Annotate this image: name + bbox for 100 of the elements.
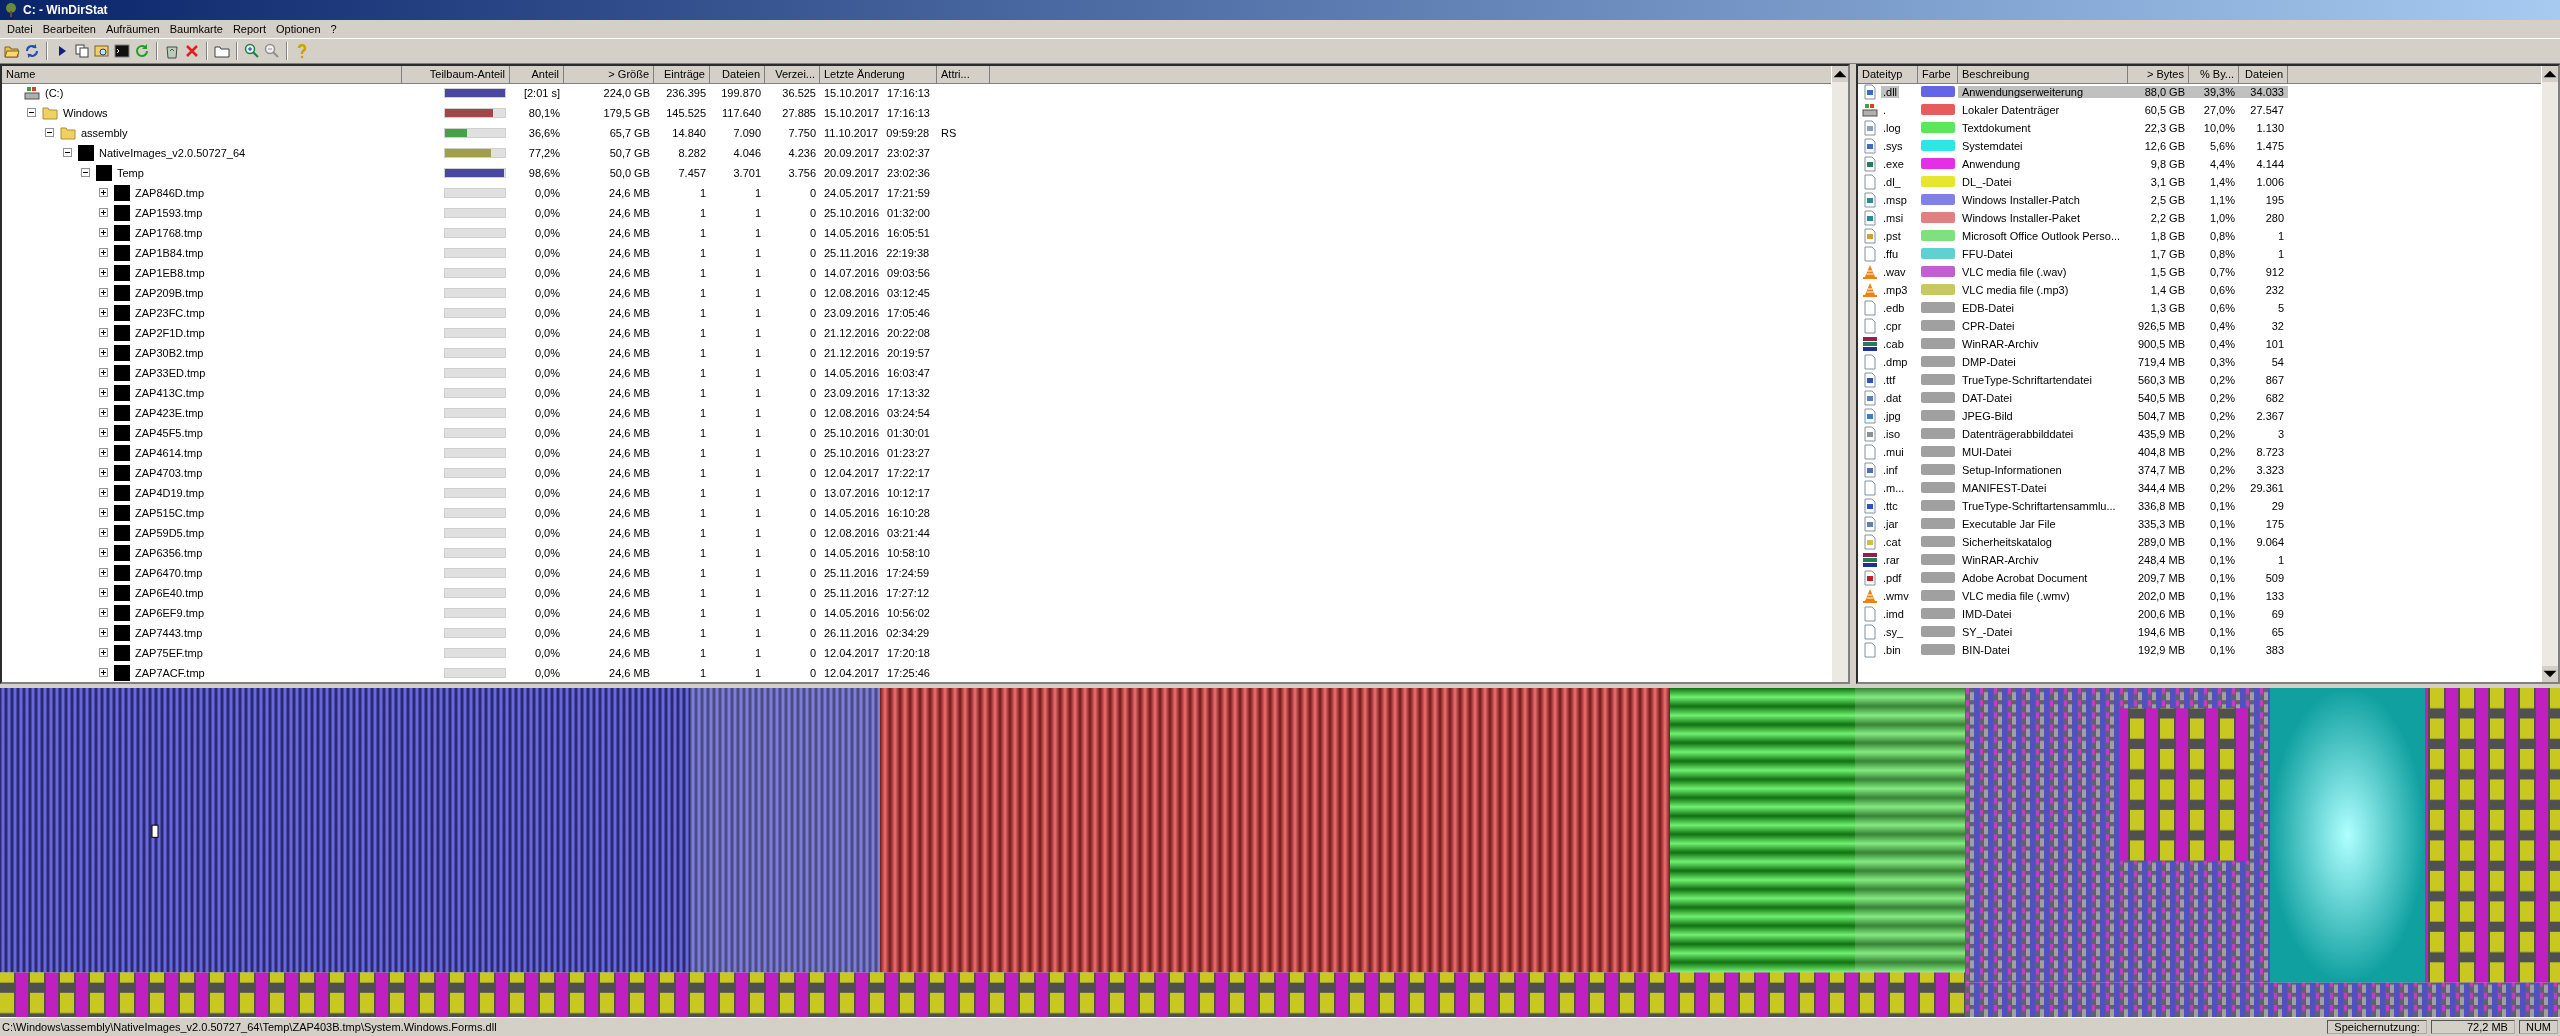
column-header[interactable]: % By... bbox=[2189, 65, 2239, 84]
file-extension[interactable]: .wav bbox=[1881, 265, 1908, 278]
column-header[interactable]: Farbe bbox=[1918, 65, 1958, 84]
item-name[interactable]: ZAP4D19.tmp bbox=[133, 486, 207, 499]
scrollbar[interactable] bbox=[2542, 65, 2558, 682]
menu-item[interactable]: Baumkarte bbox=[164, 22, 228, 35]
expand-icon[interactable] bbox=[99, 528, 108, 538]
expand-icon[interactable] bbox=[99, 248, 108, 258]
file-extension[interactable]: .msi bbox=[1881, 211, 1906, 224]
item-name[interactable]: ZAP23FC.tmp bbox=[133, 306, 207, 319]
column-header[interactable]: Attri... bbox=[937, 65, 990, 84]
expand-icon[interactable] bbox=[99, 208, 108, 218]
column-header[interactable]: Beschreibung bbox=[1958, 65, 2128, 84]
scroll-up-icon[interactable] bbox=[1832, 65, 1848, 82]
scrollbar[interactable] bbox=[1832, 65, 1848, 682]
item-name[interactable]: Windows bbox=[61, 106, 110, 119]
menu-item[interactable]: Datei bbox=[2, 22, 38, 35]
item-name[interactable]: ZAP6E40.tmp bbox=[133, 586, 206, 599]
file-extension[interactable]: .msp bbox=[1881, 193, 1909, 206]
scroll-up-icon[interactable] bbox=[2542, 65, 2558, 82]
file-extension[interactable]: .imd bbox=[1881, 607, 1906, 620]
item-name[interactable]: ZAP45F5.tmp bbox=[133, 426, 205, 439]
expand-icon[interactable] bbox=[99, 608, 108, 618]
expand-icon[interactable] bbox=[99, 288, 108, 298]
item-name[interactable]: ZAP2F1D.tmp bbox=[133, 326, 207, 339]
zoom-in-icon[interactable] bbox=[244, 42, 260, 59]
item-name[interactable]: ZAP423E.tmp bbox=[133, 406, 206, 419]
item-name[interactable]: ZAP1768.tmp bbox=[133, 226, 205, 239]
file-extension[interactable]: .jpg bbox=[1881, 409, 1903, 422]
scroll-down-icon[interactable] bbox=[2542, 665, 2558, 682]
file-extension[interactable]: .dmp bbox=[1881, 355, 1910, 368]
item-name[interactable]: ZAP1B84.tmp bbox=[133, 246, 206, 259]
expand-icon[interactable] bbox=[99, 448, 108, 458]
item-name[interactable]: ZAP75EF.tmp bbox=[133, 646, 205, 659]
column-header[interactable]: Teilbaum-Anteil bbox=[402, 65, 510, 84]
collapse-icon[interactable] bbox=[81, 168, 90, 178]
item-name[interactable]: ZAP4614.tmp bbox=[133, 446, 205, 459]
item-name[interactable]: ZAP30B2.tmp bbox=[133, 346, 206, 359]
file-extension[interactable]: .dl_ bbox=[1881, 175, 1903, 188]
column-header[interactable]: Dateityp bbox=[1858, 65, 1918, 84]
expand-icon[interactable] bbox=[99, 308, 108, 318]
column-header[interactable]: Anteil bbox=[510, 65, 564, 84]
file-extension[interactable]: .ttc bbox=[1881, 499, 1900, 512]
treemap-drawing[interactable] bbox=[0, 687, 2560, 1018]
expand-icon[interactable] bbox=[99, 408, 108, 418]
item-name[interactable]: ZAP7443.tmp bbox=[133, 626, 205, 639]
expand-icon[interactable] bbox=[99, 188, 108, 198]
file-extension[interactable]: .wmv bbox=[1881, 589, 1911, 602]
column-header[interactable]: > Bytes bbox=[2128, 65, 2189, 84]
item-name[interactable]: Temp bbox=[115, 166, 146, 179]
column-header[interactable]: Einträge bbox=[654, 65, 710, 84]
expand-icon[interactable] bbox=[99, 488, 108, 498]
column-header[interactable]: Verzei... bbox=[765, 65, 820, 84]
menu-item[interactable]: Aufräumen bbox=[100, 22, 165, 35]
item-name[interactable]: ZAP59D5.tmp bbox=[133, 526, 207, 539]
item-name[interactable]: ZAP1593.tmp bbox=[133, 206, 205, 219]
file-extension[interactable]: .bin bbox=[1881, 643, 1903, 656]
item-name[interactable]: NativeImages_v2.0.50727_64 bbox=[97, 146, 248, 159]
file-extension[interactable]: .jar bbox=[1881, 517, 1901, 530]
item-name[interactable]: ZAP515C.tmp bbox=[133, 506, 207, 519]
column-header[interactable]: > Größe bbox=[564, 65, 654, 84]
file-extension[interactable]: .mui bbox=[1881, 445, 1906, 458]
item-name[interactable]: ZAP846D.tmp bbox=[133, 186, 207, 199]
explorer-icon[interactable] bbox=[94, 42, 110, 59]
expand-icon[interactable] bbox=[99, 428, 108, 438]
expand-icon[interactable] bbox=[99, 388, 108, 398]
file-extension[interactable]: .edb bbox=[1881, 301, 1907, 314]
collapse-icon[interactable] bbox=[27, 108, 36, 118]
expand-icon[interactable] bbox=[99, 368, 108, 378]
file-extension[interactable]: .iso bbox=[1881, 427, 1903, 440]
column-header[interactable]: Letzte Änderung bbox=[820, 65, 937, 84]
menu-item[interactable]: Bearbeiten bbox=[37, 22, 101, 35]
item-name[interactable]: assembly bbox=[79, 126, 130, 139]
item-name[interactable]: (C:) bbox=[43, 86, 66, 99]
file-extension[interactable]: . bbox=[1881, 103, 1889, 116]
expand-icon[interactable] bbox=[99, 628, 108, 638]
expand-icon[interactable] bbox=[99, 568, 108, 578]
file-extension[interactable]: .cab bbox=[1881, 337, 1906, 350]
expand-icon[interactable] bbox=[99, 508, 108, 518]
item-name[interactable]: ZAP6EF9.tmp bbox=[133, 606, 207, 619]
menu-item[interactable]: ? bbox=[325, 22, 342, 35]
item-name[interactable]: ZAP7ACF.tmp bbox=[133, 666, 207, 679]
refresh-icon[interactable] bbox=[24, 42, 40, 59]
item-name[interactable]: ZAP4703.tmp bbox=[133, 466, 205, 479]
collapse-icon[interactable] bbox=[45, 128, 54, 138]
file-extension[interactable]: .pst bbox=[1881, 229, 1903, 242]
file-extension[interactable]: .ffu bbox=[1881, 247, 1901, 260]
menu-item[interactable]: Optionen bbox=[270, 22, 326, 35]
item-name[interactable]: ZAP209B.tmp bbox=[133, 286, 206, 299]
expand-icon[interactable] bbox=[99, 548, 108, 558]
terminal-icon[interactable] bbox=[114, 42, 130, 59]
file-extension[interactable]: .pdf bbox=[1881, 571, 1904, 584]
file-extension[interactable]: .cat bbox=[1881, 535, 1903, 548]
column-header[interactable]: Dateien bbox=[710, 65, 765, 84]
file-extension[interactable]: .sys bbox=[1881, 139, 1905, 152]
file-extension[interactable]: .mp3 bbox=[1881, 283, 1910, 296]
column-header[interactable]: Name bbox=[2, 65, 402, 84]
item-name[interactable]: ZAP33ED.tmp bbox=[133, 366, 208, 379]
expand-icon[interactable] bbox=[99, 268, 108, 278]
item-name[interactable]: ZAP6470.tmp bbox=[133, 566, 205, 579]
